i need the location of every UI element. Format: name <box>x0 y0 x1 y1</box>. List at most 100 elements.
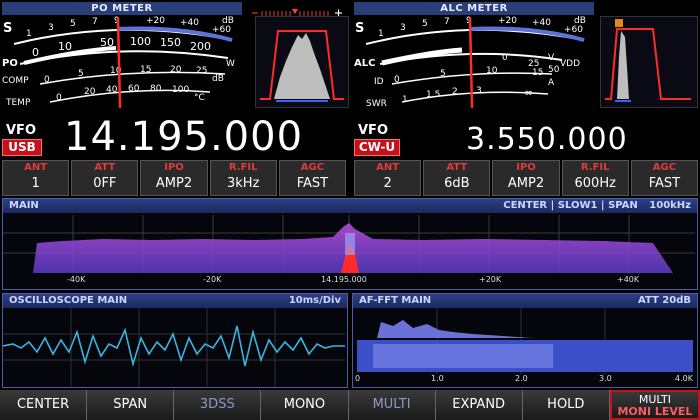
svg-text:0: 0 <box>44 75 50 85</box>
sub-settings-strip: ANT 2 ATT 6dB IPO AMP2 R.FIL 600Hz AGC FAST <box>354 160 699 196</box>
svg-text:1.5: 1.5 <box>426 90 440 100</box>
svg-text:80: 80 <box>150 84 162 94</box>
main-ipo-cell[interactable]: IPO AMP2 <box>140 160 208 196</box>
spectrum-status: CENTER | SLOW1 | SPAN <box>503 200 638 211</box>
main-mode-badge[interactable]: USB <box>2 139 42 156</box>
svg-text:10: 10 <box>58 40 72 53</box>
sub-agc-cell[interactable]: AGC FAST <box>630 160 699 196</box>
main-ant-cell[interactable]: ANT 1 <box>2 160 70 196</box>
svg-text:10: 10 <box>486 66 498 76</box>
expand-key[interactable]: EXPAND <box>435 390 523 420</box>
svg-text:+40: +40 <box>532 18 551 28</box>
svg-text:ALC: ALC <box>354 58 375 69</box>
svg-text:15: 15 <box>532 68 543 78</box>
svg-text:dB: dB <box>212 74 224 84</box>
svg-text:15: 15 <box>140 65 151 75</box>
main-agc-cell[interactable]: AGC FAST <box>278 160 347 196</box>
svg-text:1: 1 <box>402 95 408 105</box>
po-tx-spectrum <box>255 16 349 108</box>
svg-text:0: 0 <box>56 93 62 103</box>
oscilloscope-trace <box>3 308 345 386</box>
svg-text:3: 3 <box>476 86 482 96</box>
softkey-bar: CENTER SPAN 3DSS MONO MULTI EXPAND HOLD … <box>0 390 700 420</box>
spectrum-title: MAIN <box>9 200 39 211</box>
tx-level-indicator <box>250 3 345 17</box>
svg-text:VDD: VDD <box>560 59 580 69</box>
svg-text:°C: °C <box>194 93 205 103</box>
alc-meter: S 1 3 5 7 9 +20 +40 +60 dB ALC 0 25 50 V… <box>352 14 597 110</box>
svg-text:0: 0 <box>32 46 39 59</box>
af-fft-panel[interactable]: AF-FFT MAIN ATT 20dB 0 1.0 2.0 3.0 4.0K <box>352 293 698 388</box>
svg-text:+60: +60 <box>212 25 231 35</box>
svg-text:dB: dB <box>574 16 586 26</box>
svg-text:1: 1 <box>26 29 32 39</box>
sub-vfo-tag: VFO <box>358 123 388 138</box>
svg-text:20: 20 <box>84 87 96 97</box>
spectrum-plot <box>3 215 695 273</box>
svg-text:3: 3 <box>400 23 406 33</box>
sub-att-cell[interactable]: ATT 6dB <box>423 160 491 196</box>
svg-text:60: 60 <box>128 84 140 94</box>
sub-rfil-cell[interactable]: R.FIL 600Hz <box>561 160 629 196</box>
svg-text:5: 5 <box>70 19 76 29</box>
svg-text:2: 2 <box>452 87 458 97</box>
svg-text:5: 5 <box>422 19 428 29</box>
center-key[interactable]: CENTER <box>0 390 88 420</box>
svg-text:200: 200 <box>190 40 211 53</box>
svg-text:+60: +60 <box>564 25 583 35</box>
multi-key-sub: MONI LEVEL <box>617 405 693 418</box>
3dss-key[interactable]: 3DSS <box>174 390 262 420</box>
sub-ant-cell[interactable]: ANT 2 <box>354 160 422 196</box>
svg-text:0: 0 <box>394 75 400 85</box>
svg-text:PO: PO <box>2 58 18 69</box>
svg-text:SWR: SWR <box>366 99 387 109</box>
svg-text:100: 100 <box>172 85 189 95</box>
oscilloscope-panel[interactable]: OSCILLOSCOPE MAIN 10ms/Div <box>2 293 348 388</box>
alc-cw-spectrum <box>600 16 698 108</box>
svg-text:+20: +20 <box>146 16 165 26</box>
svg-text:25: 25 <box>196 66 207 76</box>
sub-ipo-cell[interactable]: IPO AMP2 <box>492 160 560 196</box>
svg-text:V: V <box>548 53 555 63</box>
svg-text:TEMP: TEMP <box>5 98 31 108</box>
svg-text:W: W <box>226 59 235 69</box>
svg-text:ID: ID <box>374 77 384 87</box>
main-frequency[interactable]: 14.195.000 <box>64 112 303 162</box>
svg-text:dB: dB <box>222 16 234 26</box>
po-s-label: S <box>3 21 12 36</box>
main-rfil-cell[interactable]: R.FIL 3kHz <box>209 160 277 196</box>
svg-text:A: A <box>548 78 555 88</box>
po-meter: S 1 3 5 7 9 +20 +40 +60 dB PO 0 10 50 10… <box>0 14 245 110</box>
oscilloscope-title: OSCILLOSCOPE MAIN <box>9 295 128 306</box>
sub-mode-badge[interactable]: CW-U <box>354 139 400 156</box>
main-spectrum-scope[interactable]: MAIN CENTER | SLOW1 | SPAN 100kHz -40K -… <box>2 198 698 290</box>
svg-text:1: 1 <box>378 29 384 39</box>
main-att-cell[interactable]: ATT 0FF <box>71 160 139 196</box>
svg-text:S: S <box>355 21 364 36</box>
af-fft-axis: 0 1.0 2.0 3.0 4.0K <box>355 374 693 383</box>
oscilloscope-timebase: 10ms/Div <box>288 295 341 306</box>
svg-text:COMP: COMP <box>2 76 29 86</box>
svg-text:∞: ∞ <box>524 86 533 99</box>
svg-text:3: 3 <box>48 23 54 33</box>
mono-key[interactable]: MONO <box>261 390 349 420</box>
hold-key[interactable]: HOLD <box>522 390 610 420</box>
svg-text:7: 7 <box>444 17 450 27</box>
spectrum-axis: -40K -20K 14.195.000 +20K +40K <box>67 275 640 284</box>
svg-text:7: 7 <box>92 17 98 27</box>
svg-text:50: 50 <box>100 36 114 49</box>
main-settings-strip: ANT 1 ATT 0FF IPO AMP2 R.FIL 3kHz AGC FAST <box>2 160 347 196</box>
af-fft-plot <box>357 308 693 374</box>
multi-scope-key[interactable]: MULTI <box>348 390 436 420</box>
svg-text:20: 20 <box>170 65 182 75</box>
af-fft-attenuation: ATT 20dB <box>637 295 691 306</box>
spectrum-span: 100kHz <box>649 200 691 211</box>
span-key[interactable]: SPAN <box>87 390 175 420</box>
svg-text:40: 40 <box>106 85 118 95</box>
spectrum-header: MAIN CENTER | SLOW1 | SPAN 100kHz <box>3 199 697 213</box>
af-fft-title: AF-FFT MAIN <box>359 295 432 306</box>
multi-moni-level-key[interactable]: MULTI MONI LEVEL <box>609 390 700 420</box>
sub-frequency[interactable]: 3.550.000 <box>466 120 628 160</box>
main-vfo-tag: VFO <box>6 123 36 138</box>
svg-text:100: 100 <box>130 35 151 48</box>
